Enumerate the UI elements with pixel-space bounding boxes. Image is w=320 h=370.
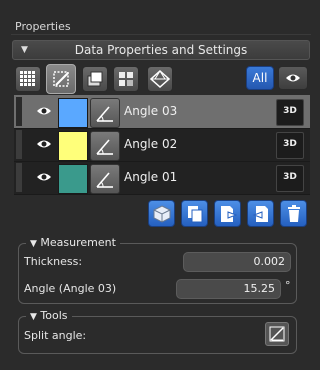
angle-type-icon (90, 131, 120, 161)
mesh-diamond-icon (150, 70, 170, 88)
import-icon (252, 205, 268, 222)
3d-toggle-button[interactable]: 3D (276, 99, 304, 126)
layer-label: Angle 02 (124, 137, 178, 151)
angle-type-icon (90, 164, 120, 194)
layout-blocks-icon (119, 72, 133, 86)
list-item[interactable]: Angle 03 3D (14, 95, 310, 129)
tools-group-title[interactable]: ▼ Tools (26, 309, 72, 322)
cube-view-button[interactable] (148, 200, 175, 227)
trash-icon (287, 204, 300, 222)
duplicate-button[interactable] (181, 200, 208, 227)
collapse-arrow-icon: ▼ (30, 312, 37, 322)
cube-icon (153, 204, 170, 223)
angle-label: Angle (Angle 03) (24, 282, 117, 295)
drag-handle[interactable] (16, 97, 22, 126)
color-swatch[interactable] (58, 131, 88, 161)
thickness-label: Thickness: (24, 255, 83, 268)
export-button[interactable] (214, 200, 241, 227)
split-angle-label: Split angle: (24, 329, 87, 342)
header-divider (11, 34, 311, 35)
delete-button[interactable] (280, 200, 307, 227)
eye-icon (286, 74, 300, 82)
eye-icon[interactable] (36, 105, 52, 117)
3d-toggle-button[interactable]: 3D (276, 165, 304, 192)
group-title-label: Measurement (40, 236, 116, 249)
layer-label: Angle 01 (124, 170, 178, 184)
surface-icon (87, 71, 103, 87)
angle-field[interactable]: 15.25 (176, 279, 281, 299)
drag-handle[interactable] (16, 163, 22, 192)
collapse-arrow-icon: ▼ (30, 239, 37, 249)
export-icon (220, 205, 237, 222)
volume-filter-button[interactable] (113, 66, 139, 92)
panel-title: Properties (15, 20, 71, 33)
copy-icon (187, 205, 202, 222)
collapse-arrow-icon: ▼ (21, 45, 28, 55)
list-item[interactable]: Angle 01 3D (14, 161, 310, 195)
measurement-tool-icon (53, 71, 69, 87)
layer-label: Angle 03 (124, 104, 178, 118)
grid-view-button[interactable] (15, 66, 41, 92)
color-swatch[interactable] (58, 98, 88, 128)
thickness-field[interactable]: 0.002 (183, 252, 291, 272)
list-item[interactable]: Angle 02 3D (14, 128, 310, 162)
surface-filter-button[interactable] (82, 66, 108, 92)
visibility-toggle-all-button[interactable] (278, 66, 308, 90)
drag-handle[interactable] (16, 130, 22, 159)
eye-icon[interactable] (36, 138, 52, 150)
mesh-filter-button[interactable] (147, 66, 173, 92)
split-angle-icon (269, 326, 285, 342)
section-header[interactable]: ▼ Data Properties and Settings (12, 40, 310, 60)
measurement-filter-button[interactable] (46, 64, 76, 94)
color-swatch[interactable] (58, 164, 88, 194)
eye-icon[interactable] (36, 171, 52, 183)
split-angle-button[interactable] (265, 322, 289, 346)
layer-list: Angle 03 3D Angle 02 3D Angle 01 3D (14, 95, 310, 195)
3d-toggle-button[interactable]: 3D (276, 132, 304, 159)
group-title-label: Tools (40, 309, 68, 322)
angle-unit: ° (285, 279, 291, 292)
section-title: Data Properties and Settings (74, 43, 248, 57)
grid-icon (20, 71, 35, 86)
show-all-button[interactable]: All (246, 66, 274, 90)
angle-type-icon (90, 98, 120, 128)
import-button[interactable] (247, 200, 274, 227)
measurement-group-title[interactable]: ▼ Measurement (26, 236, 120, 249)
